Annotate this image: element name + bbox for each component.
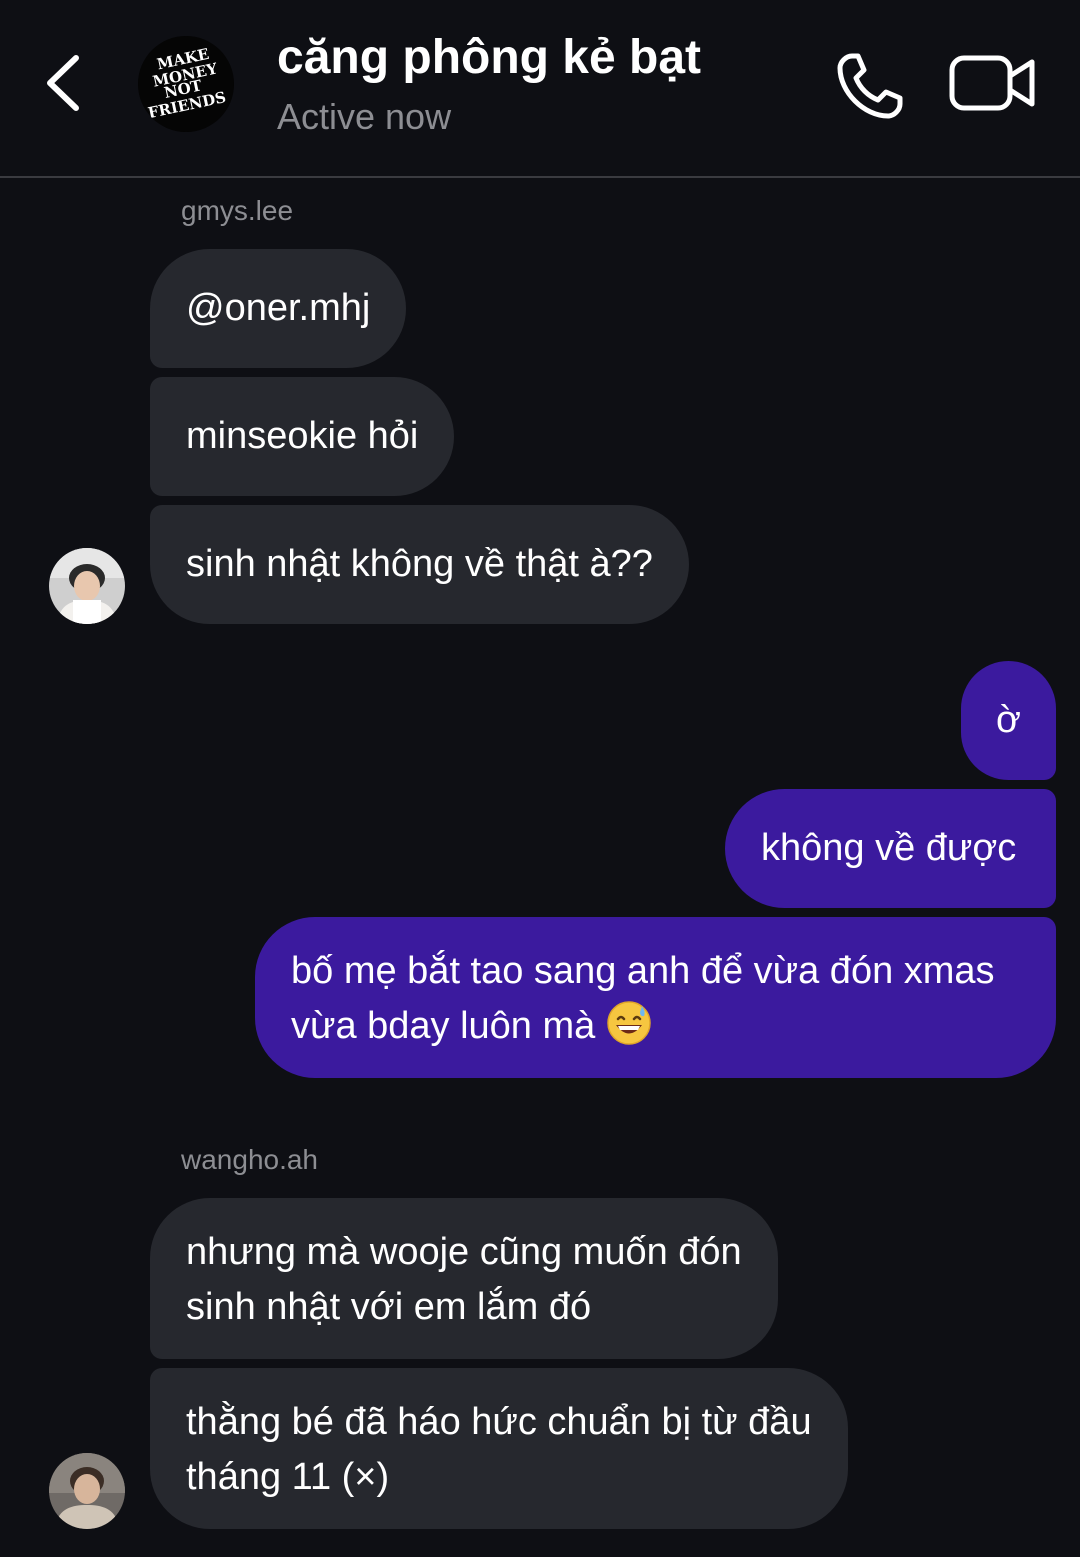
message-text-line: sinh nhật với em lắm đó (186, 1286, 592, 1328)
message-text: minseokie hỏi (186, 415, 419, 457)
video-camera-icon (949, 55, 1035, 111)
chat-title[interactable]: căng phông kẻ bạt (277, 30, 701, 85)
active-status: Active now (277, 96, 452, 137)
message-bubble[interactable]: ờ (961, 661, 1056, 780)
message-text-line: thằng bé đã háo hức chuẩn bị từ đầu (186, 1401, 812, 1443)
group-avatar[interactable]: MAKE MONEY NOT FRIENDS (138, 36, 234, 132)
message-text: sinh nhật không về thật à?? (186, 543, 653, 585)
message-bubble[interactable]: không về được (725, 789, 1056, 908)
phone-icon (837, 53, 903, 119)
message-text: ờ (996, 699, 1021, 741)
avatar[interactable] (49, 1453, 125, 1529)
video-call-button[interactable] (948, 50, 1038, 116)
back-button[interactable] (36, 48, 92, 118)
message-bubble[interactable]: minseokie hỏi (150, 377, 455, 496)
message-text-line: tháng 11 (×) (186, 1456, 390, 1498)
message-text: không về được (761, 827, 1017, 869)
call-button[interactable] (832, 48, 908, 124)
chat-header: MAKE MONEY NOT FRIENDS căng phông kẻ bạt… (0, 0, 1080, 178)
avatar[interactable] (49, 548, 125, 624)
message-bubble[interactable]: bố mẹ bắt tao sang anh để vừa đón xmas v… (255, 917, 1056, 1078)
message-bubble[interactable]: thằng bé đã háo hức chuẩn bị từ đầu thán… (150, 1368, 848, 1529)
sender-name: wangho.ah (181, 1144, 319, 1175)
message-bubble[interactable]: @oner.mhj (150, 249, 407, 368)
message-text: @oner.mhj (186, 287, 371, 329)
message-text-line: vừa bday luôn mà (291, 999, 1020, 1062)
message-text-line: bố mẹ bắt tao sang anh để vừa đón xmas (291, 950, 995, 992)
message-text-line: nhưng mà wooje cũng muốn đón (186, 1231, 742, 1273)
chevron-left-icon (47, 55, 79, 111)
sender-name: gmys.lee (181, 195, 294, 226)
message-text: vừa bday luôn mà (291, 1005, 596, 1047)
message-bubble[interactable]: nhưng mà wooje cũng muốn đón sinh nhật v… (150, 1198, 778, 1359)
grinning-face-with-sweat-emoji (606, 1000, 652, 1062)
message-bubble[interactable]: sinh nhật không về thật à?? (150, 505, 689, 624)
